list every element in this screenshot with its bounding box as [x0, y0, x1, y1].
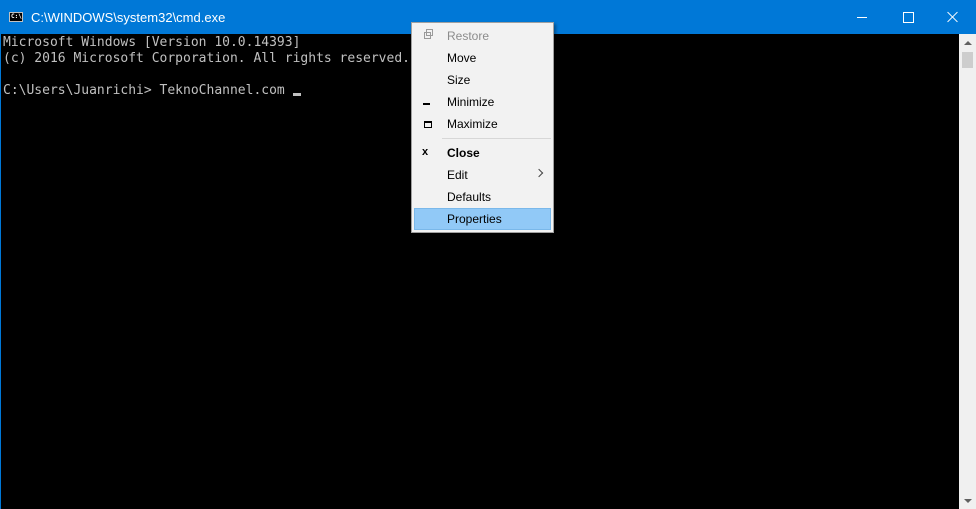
menu-item-properties[interactable]: Properties	[414, 208, 551, 230]
system-menu: Restore Move Size Minimize Maximize Clos…	[411, 22, 554, 233]
menu-item-move[interactable]: Move	[414, 47, 551, 69]
close-icon	[947, 11, 959, 23]
restore-icon	[424, 29, 433, 39]
close-button[interactable]	[930, 0, 976, 34]
menu-item-restore[interactable]: Restore	[414, 25, 551, 47]
menu-item-edit[interactable]: Edit	[414, 164, 551, 186]
text-cursor	[292, 93, 301, 96]
menu-item-minimize[interactable]: Minimize	[414, 91, 551, 113]
console-line: (c) 2016 Microsoft Corporation. All righ…	[3, 51, 410, 66]
menu-item-size[interactable]: Size	[414, 69, 551, 91]
minimize-icon	[422, 97, 431, 106]
menu-item-maximize[interactable]: Maximize	[414, 113, 551, 135]
maximize-button[interactable]	[885, 0, 931, 34]
arrow-up-icon	[963, 40, 972, 45]
minimize-icon	[857, 16, 867, 18]
console-prompt: C:\Users\Juanrichi> TeknoChannel.com	[3, 83, 293, 98]
menu-separator	[442, 138, 551, 139]
minimize-button[interactable]	[839, 0, 885, 34]
chevron-right-icon	[534, 168, 544, 178]
menu-item-close[interactable]: Close	[414, 142, 551, 164]
window-title: C:\WINDOWS\system32\cmd.exe	[31, 10, 226, 25]
cmd-app-icon[interactable]: C:\	[9, 12, 23, 22]
scroll-down-button[interactable]	[959, 492, 976, 509]
arrow-down-icon	[963, 498, 972, 503]
scroll-thumb[interactable]	[962, 52, 973, 68]
scroll-up-button[interactable]	[959, 34, 976, 51]
console-line: Microsoft Windows [Version 10.0.14393]	[3, 35, 301, 50]
menu-item-defaults[interactable]: Defaults	[414, 186, 551, 208]
console-prompt-line: C:\Users\Juanrichi> TeknoChannel.com	[3, 83, 301, 99]
close-icon	[422, 148, 431, 157]
maximize-icon	[902, 11, 914, 23]
vertical-scrollbar[interactable]	[959, 34, 976, 509]
maximize-icon	[424, 121, 432, 128]
